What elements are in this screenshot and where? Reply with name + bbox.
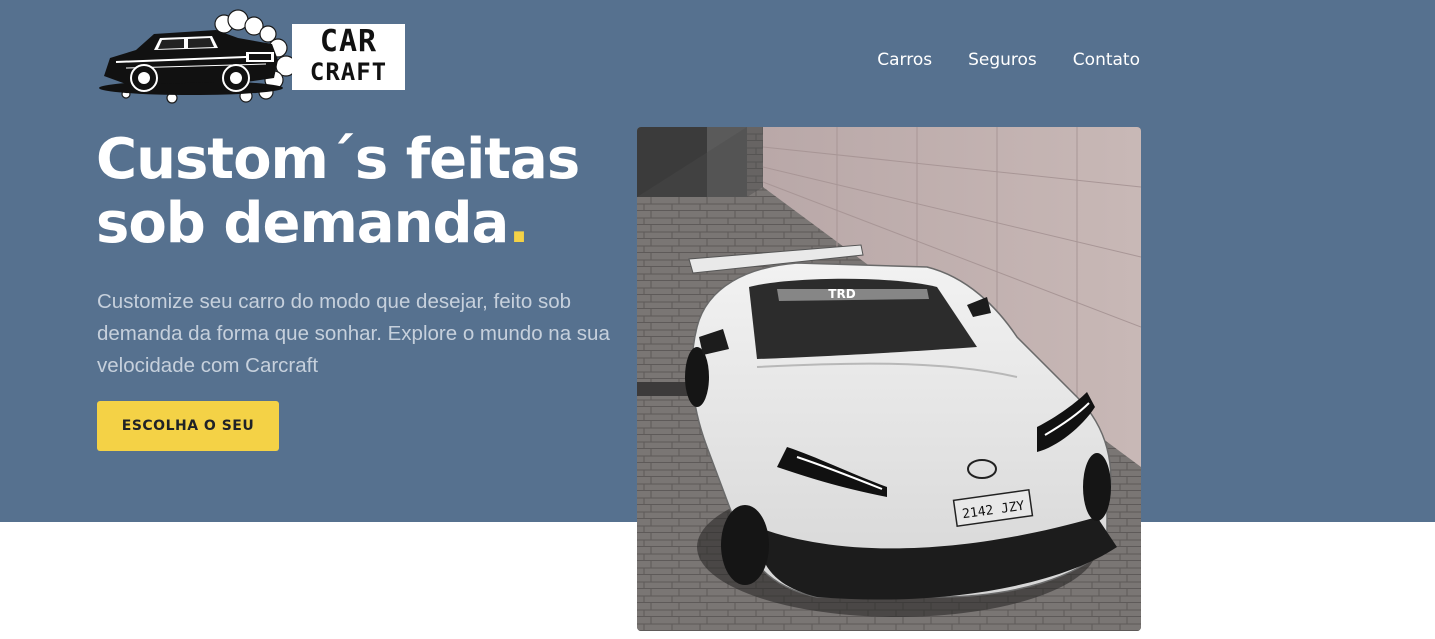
hero-headline: Custom´s feitas sob demanda. — [96, 128, 616, 256]
choose-yours-button[interactable]: ESCOLHA O SEU — [97, 401, 279, 451]
headline-line1: Custom´s feitas — [96, 127, 580, 192]
brand-wordmark: CAR CRAFT — [292, 24, 405, 90]
headline-line2: sob demanda — [96, 191, 509, 256]
brand-logo[interactable]: CAR CRAFT — [96, 8, 411, 108]
hero-description: Customize seu carro do modo que desejar,… — [97, 290, 610, 377]
nav-link-carros[interactable]: Carros — [877, 49, 932, 71]
headline-dot: . — [508, 191, 529, 256]
windshield-decal: TRD — [828, 287, 855, 301]
brand-line1: CAR — [319, 24, 378, 59]
hero-car-image: TRD 2142 JZY — [637, 127, 1141, 631]
main-nav: Carros Seguros Contato — [877, 49, 1140, 71]
nav-link-contato[interactable]: Contato — [1073, 49, 1140, 71]
brand-line2: CRAFT — [309, 58, 388, 86]
nav-link-seguros[interactable]: Seguros — [968, 49, 1037, 71]
